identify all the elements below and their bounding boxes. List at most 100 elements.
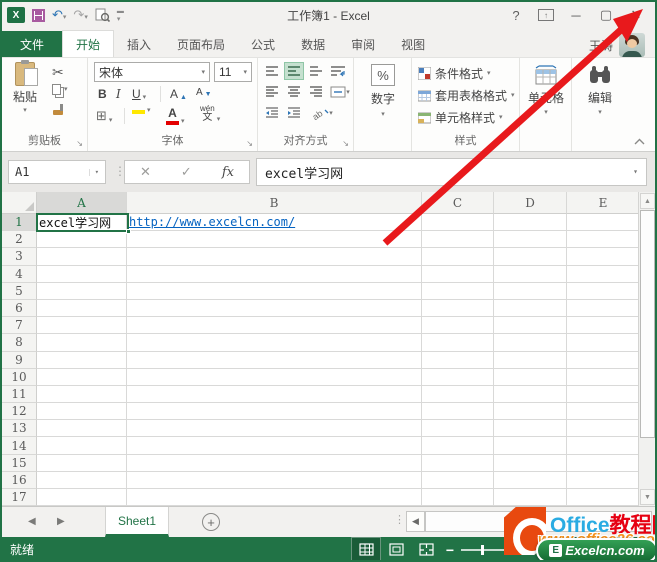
font-color-button[interactable]: A ▾ — [166, 106, 185, 125]
cell-D13[interactable] — [494, 420, 567, 438]
top-align-icon[interactable] — [262, 62, 282, 80]
cell-B11[interactable] — [127, 385, 422, 404]
cell-B13[interactable] — [127, 420, 422, 438]
shrink-font-button[interactable]: A ▼ — [196, 87, 212, 98]
bottom-align-icon[interactable] — [306, 62, 326, 80]
tab-data[interactable]: 数据 — [288, 31, 338, 57]
cell-C10[interactable] — [422, 368, 494, 386]
tab-page-layout[interactable]: 页面布局 — [164, 31, 238, 57]
merge-center-icon[interactable]: ▾ — [328, 83, 352, 101]
cell-D6[interactable] — [494, 299, 567, 318]
row-header-16[interactable]: 16 — [2, 471, 37, 489]
cell-A14[interactable] — [37, 437, 127, 455]
cell-C8[interactable] — [422, 334, 494, 352]
cell-E12[interactable] — [567, 403, 640, 421]
cell-D16[interactable] — [494, 471, 567, 489]
cell-D12[interactable] — [494, 403, 567, 421]
cell-C6[interactable] — [422, 299, 494, 318]
cell-E2[interactable] — [567, 231, 640, 249]
orientation-icon[interactable]: ab ▾ — [310, 104, 336, 122]
cell-D15[interactable] — [494, 454, 567, 472]
row-header-14[interactable]: 14 — [2, 437, 37, 455]
cell-E9[interactable] — [567, 351, 640, 369]
redo-button[interactable]: ↷▾ — [73, 6, 87, 24]
align-center-icon[interactable] — [284, 83, 304, 101]
cell-E7[interactable] — [567, 317, 640, 335]
cell-E10[interactable] — [567, 368, 640, 386]
zoom-slider[interactable] — [461, 544, 505, 555]
cell-A15[interactable] — [37, 454, 127, 472]
cell-C7[interactable] — [422, 317, 494, 335]
cell-E14[interactable] — [567, 437, 640, 455]
row-header-3[interactable]: 3 — [2, 248, 37, 266]
number-format-button[interactable]: % 数字 ▾ — [362, 64, 404, 118]
normal-view-button[interactable] — [351, 537, 381, 560]
cell-C13[interactable] — [422, 420, 494, 438]
cell-E13[interactable] — [567, 420, 640, 438]
cell-D17[interactable] — [494, 489, 567, 506]
cell-A4[interactable] — [37, 265, 127, 283]
cancel-icon[interactable]: ✕ — [140, 164, 151, 180]
cell-C12[interactable] — [422, 403, 494, 421]
cell-A13[interactable] — [37, 420, 127, 438]
cell-B5[interactable] — [127, 282, 422, 300]
row-header-11[interactable]: 11 — [2, 385, 37, 404]
new-sheet-icon[interactable]: + — [202, 513, 220, 531]
row-header-17[interactable]: 17 — [2, 489, 37, 506]
tab-file[interactable]: 文件 — [2, 31, 62, 57]
phonetic-guide-button[interactable]: wén 文 ▾ — [200, 105, 220, 124]
row-header-1[interactable]: 1 — [2, 214, 37, 232]
cell-D2[interactable] — [494, 231, 567, 249]
enter-icon[interactable]: ✓ — [181, 164, 192, 180]
prev-sheet-icon[interactable]: ◀ — [28, 516, 36, 527]
cell-D9[interactable] — [494, 351, 567, 369]
user-name[interactable]: 王涛 — [589, 37, 613, 54]
name-box[interactable]: A1 ▾ — [8, 160, 106, 184]
decrease-indent-icon[interactable] — [262, 104, 282, 122]
sheet-tab-sheet1[interactable]: Sheet1 — [105, 507, 169, 537]
row-header-5[interactable]: 5 — [2, 282, 37, 300]
horizontal-scroll-track[interactable] — [425, 511, 652, 532]
column-header-C[interactable]: C — [422, 192, 494, 214]
cell-D1[interactable] — [494, 214, 567, 232]
increase-indent-icon[interactable] — [284, 104, 304, 122]
column-header-E[interactable]: E — [567, 192, 640, 214]
align-right-icon[interactable] — [306, 83, 326, 101]
cell-A1[interactable]: excel学习网 — [37, 214, 127, 232]
cell-B4[interactable] — [127, 265, 422, 283]
column-header-B[interactable]: B — [127, 192, 422, 214]
cell-B15[interactable] — [127, 454, 422, 472]
cell-E11[interactable] — [567, 385, 640, 404]
cell-B1[interactable]: http://www.excelcn.com/ — [127, 214, 422, 232]
print-preview-icon[interactable] — [95, 8, 110, 22]
editing-button[interactable]: 编辑 ▾ — [578, 64, 622, 116]
row-header-13[interactable]: 13 — [2, 420, 37, 438]
clipboard-dialog-launcher-icon[interactable]: ↘ — [76, 139, 83, 148]
row-header-6[interactable]: 6 — [2, 299, 37, 318]
cell-B16[interactable] — [127, 471, 422, 489]
bold-button[interactable]: B — [98, 87, 107, 101]
middle-align-icon[interactable] — [284, 62, 304, 80]
cell-C1[interactable] — [422, 214, 494, 232]
cell-A5[interactable] — [37, 282, 127, 300]
cell-E1[interactable] — [567, 214, 640, 232]
column-header-D[interactable]: D — [494, 192, 567, 214]
cell-A17[interactable] — [37, 489, 127, 506]
copy-button[interactable]: ▾ — [52, 84, 68, 95]
user-avatar[interactable] — [619, 33, 645, 57]
help-button[interactable]: ? — [503, 5, 529, 25]
font-dialog-launcher-icon[interactable]: ↘ — [246, 139, 253, 148]
select-all-corner[interactable] — [2, 192, 37, 214]
ribbon-display-options-button[interactable]: ↑ — [533, 5, 559, 25]
cell-C2[interactable] — [422, 231, 494, 249]
minimize-button[interactable]: ─ — [563, 5, 589, 25]
cell-C5[interactable] — [422, 282, 494, 300]
tab-view[interactable]: 视图 — [388, 31, 438, 57]
row-header-15[interactable]: 15 — [2, 454, 37, 472]
row-header-4[interactable]: 4 — [2, 265, 37, 283]
tab-home[interactable]: 开始 — [62, 30, 115, 57]
cell-C4[interactable] — [422, 265, 494, 283]
save-icon[interactable] — [32, 8, 45, 22]
cell-E5[interactable] — [567, 282, 640, 300]
cell-E8[interactable] — [567, 334, 640, 352]
